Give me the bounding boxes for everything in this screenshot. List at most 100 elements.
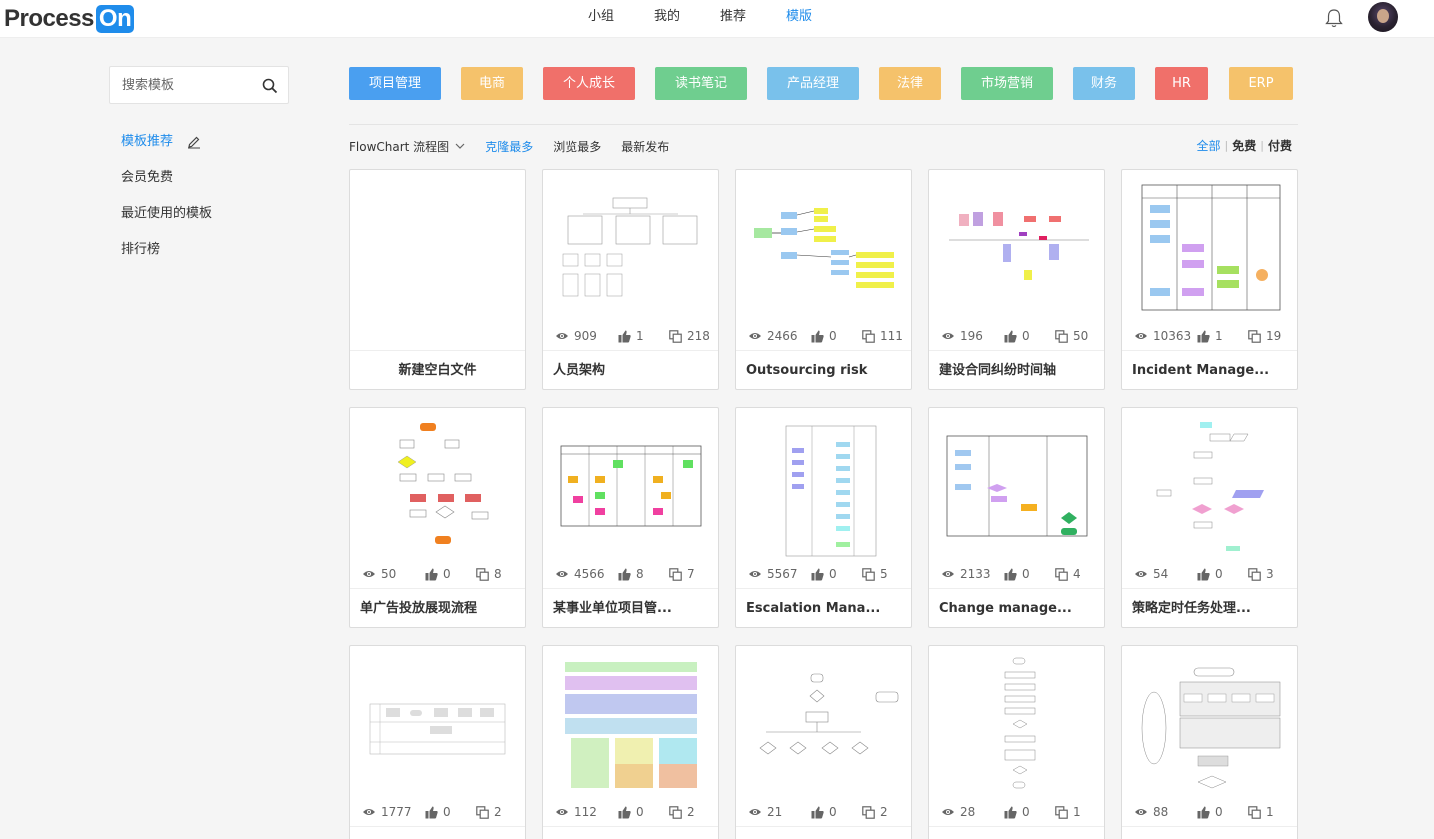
template-thumbnail[interactable] xyxy=(1122,408,1297,558)
template-thumbnail[interactable] xyxy=(350,170,525,320)
template-thumbnail[interactable] xyxy=(1122,646,1297,796)
template-name[interactable]: 新建空白文件 xyxy=(350,350,525,389)
category-chip-law[interactable]: 法律 xyxy=(879,67,941,100)
template-thumbnail[interactable] xyxy=(543,646,718,796)
thumbs-up-icon xyxy=(811,568,824,580)
sort-most-viewed[interactable]: 浏览最多 xyxy=(553,138,601,155)
sort-most-cloned[interactable]: 克隆最多 xyxy=(485,138,533,155)
thumbs-up-icon xyxy=(1197,806,1210,818)
processon-logo[interactable]: Process On xyxy=(4,4,135,34)
price-filters: 全部 | 免费 | 付费 xyxy=(1197,137,1292,154)
sidebar-item-recommend[interactable]: 模板推荐 xyxy=(121,124,212,160)
template-card[interactable]: 54 0 3 策略定时任务处理... xyxy=(1121,407,1298,628)
template-name[interactable]: Change manage... xyxy=(929,588,1104,627)
template-name[interactable] xyxy=(929,826,1104,839)
edit-icon[interactable] xyxy=(187,135,201,149)
template-card[interactable]: 21 0 2 xyxy=(735,645,912,839)
template-thumbnail[interactable] xyxy=(929,646,1104,796)
template-name[interactable] xyxy=(350,826,525,839)
sidebar-item-member-free[interactable]: 会员免费 xyxy=(121,160,212,196)
template-card[interactable]: 2133 0 4 Change manage... xyxy=(928,407,1105,628)
template-card[interactable]: 1777 0 2 xyxy=(349,645,526,839)
template-card[interactable]: 112 0 2 xyxy=(542,645,719,839)
logo-text: Process xyxy=(4,5,94,32)
template-name[interactable]: 策略定时任务处理... xyxy=(1122,588,1297,627)
template-name[interactable] xyxy=(736,826,911,839)
category-chip-ecommerce[interactable]: 电商 xyxy=(461,67,523,100)
template-thumbnail[interactable] xyxy=(736,408,911,558)
category-chip-growth[interactable]: 个人成长 xyxy=(543,67,635,100)
template-name[interactable] xyxy=(1122,826,1297,839)
views-count: 112 xyxy=(574,805,597,819)
bell-icon[interactable] xyxy=(1323,7,1345,29)
template-thumbnail[interactable] xyxy=(1122,170,1297,320)
template-stats: 2133 0 4 xyxy=(929,564,1104,586)
sidebar-item-ranking[interactable]: 排行榜 xyxy=(121,232,212,268)
template-card[interactable]: 88 0 1 xyxy=(1121,645,1298,839)
views-count: 1777 xyxy=(381,805,412,819)
thumbs-up-icon xyxy=(1004,806,1017,818)
template-thumbnail[interactable] xyxy=(543,408,718,558)
user-avatar[interactable] xyxy=(1368,2,1398,32)
nav-item-group[interactable]: 小组 xyxy=(588,0,614,34)
template-name[interactable]: Escalation Mana... xyxy=(736,588,911,627)
thumbs-up-icon xyxy=(425,806,438,818)
category-chip-erp[interactable]: ERP xyxy=(1229,67,1293,100)
sort-newest[interactable]: 最新发布 xyxy=(621,138,669,155)
category-chip-project[interactable]: 项目管理 xyxy=(349,67,441,100)
template-card[interactable]: 50 0 8 单广告投放展现流程 xyxy=(349,407,526,628)
template-name[interactable]: 某事业单位项目管... xyxy=(543,588,718,627)
views-stat: 50 xyxy=(362,567,396,581)
clone-icon xyxy=(862,805,875,819)
category-chip-pm[interactable]: 产品经理 xyxy=(767,67,859,100)
eye-icon xyxy=(942,809,954,815)
category-chip-reading[interactable]: 读书笔记 xyxy=(655,67,747,100)
template-thumbnail[interactable] xyxy=(929,408,1104,558)
template-thumbnail[interactable] xyxy=(736,646,911,796)
nav-item-templates[interactable]: 模版 xyxy=(786,0,812,34)
price-filter-free[interactable]: 免费 xyxy=(1232,137,1256,154)
template-name[interactable]: Outsourcing risk xyxy=(736,350,911,389)
price-filter-all[interactable]: 全部 xyxy=(1197,137,1221,154)
search-icon[interactable] xyxy=(262,78,278,94)
eye-icon xyxy=(942,333,954,339)
template-card[interactable]: 2466 0 111 Outsourcing risk xyxy=(735,169,912,390)
template-name[interactable] xyxy=(543,826,718,839)
nav-item-mine[interactable]: 我的 xyxy=(654,0,680,34)
clones-count: 3 xyxy=(1266,567,1274,581)
template-thumbnail[interactable] xyxy=(929,170,1104,320)
template-stats: 196 0 50 xyxy=(929,326,1104,348)
clones-count: 7 xyxy=(687,567,695,581)
template-card[interactable]: 196 0 50 建设合同纠纷时间轴 xyxy=(928,169,1105,390)
category-chip-finance[interactable]: 财务 xyxy=(1073,67,1135,100)
template-thumbnail[interactable] xyxy=(543,170,718,320)
template-search-input[interactable] xyxy=(110,67,250,103)
template-card[interactable]: 5567 0 5 Escalation Mana... xyxy=(735,407,912,628)
template-name[interactable]: 人员架构 xyxy=(543,350,718,389)
views-count: 88 xyxy=(1153,805,1169,819)
template-card[interactable]: 10363 1 19 Incident Manage... xyxy=(1121,169,1298,390)
type-dropdown[interactable]: FlowChart 流程图 xyxy=(349,138,465,155)
clones-stat: 50 xyxy=(1055,329,1088,343)
nav-item-recommend[interactable]: 推荐 xyxy=(720,0,746,34)
sidebar-item-recent[interactable]: 最近使用的模板 xyxy=(121,196,212,232)
category-chip-hr[interactable]: HR xyxy=(1155,67,1208,100)
category-chip-marketing[interactable]: 市场营销 xyxy=(961,67,1053,100)
template-stats: 4566 8 7 xyxy=(543,564,718,586)
template-name[interactable]: 单广告投放展现流程 xyxy=(350,588,525,627)
likes-count: 0 xyxy=(1022,567,1030,581)
eye-icon xyxy=(363,571,375,577)
template-name[interactable]: Incident Manage... xyxy=(1122,350,1297,389)
template-card[interactable]: 28 0 1 xyxy=(928,645,1105,839)
price-filter-paid[interactable]: 付费 xyxy=(1268,137,1292,154)
template-name[interactable]: 建设合同纠纷时间轴 xyxy=(929,350,1104,389)
template-card[interactable]: 4566 8 7 某事业单位项目管... xyxy=(542,407,719,628)
template-thumbnail[interactable] xyxy=(350,646,525,796)
clone-icon xyxy=(1248,329,1261,343)
likes-count: 0 xyxy=(636,805,644,819)
thumbs-up-icon xyxy=(1004,330,1017,342)
template-thumbnail[interactable] xyxy=(350,408,525,558)
new-blank-file-card[interactable]: 新建空白文件 xyxy=(349,169,526,390)
template-thumbnail[interactable] xyxy=(736,170,911,320)
template-card[interactable]: 909 1 218 人员架构 xyxy=(542,169,719,390)
